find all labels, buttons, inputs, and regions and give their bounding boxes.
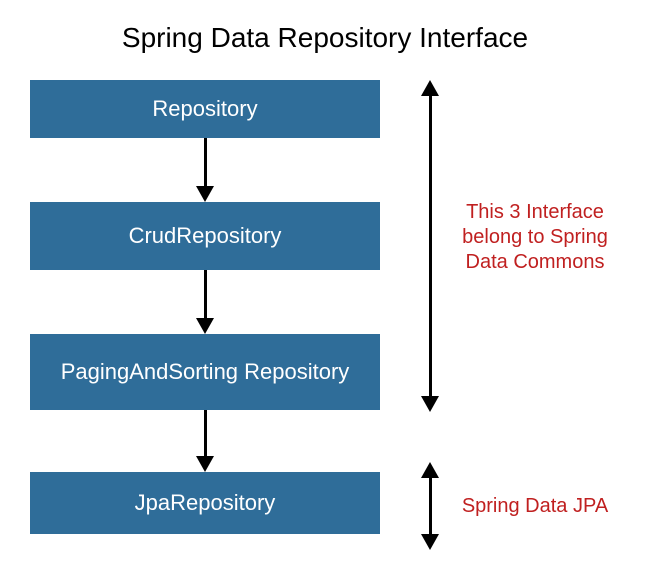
box-jpa-repository-label: JpaRepository xyxy=(135,490,276,515)
box-crud-repository: CrudRepository xyxy=(30,202,380,270)
annotation-jpa: Spring Data JPA xyxy=(450,494,620,519)
annotation-commons: This 3 Interface belong to Spring Data C… xyxy=(450,200,620,275)
box-jpa-repository: JpaRepository xyxy=(30,472,380,534)
page-title: Spring Data Repository Interface xyxy=(0,0,650,72)
box-crud-repository-label: CrudRepository xyxy=(129,223,282,248)
box-repository: Repository xyxy=(30,80,380,138)
box-paging-sorting-repository-label: PagingAndSorting Repository xyxy=(61,359,350,384)
box-repository-label: Repository xyxy=(152,96,257,121)
box-paging-sorting-repository: PagingAndSorting Repository xyxy=(30,334,380,410)
